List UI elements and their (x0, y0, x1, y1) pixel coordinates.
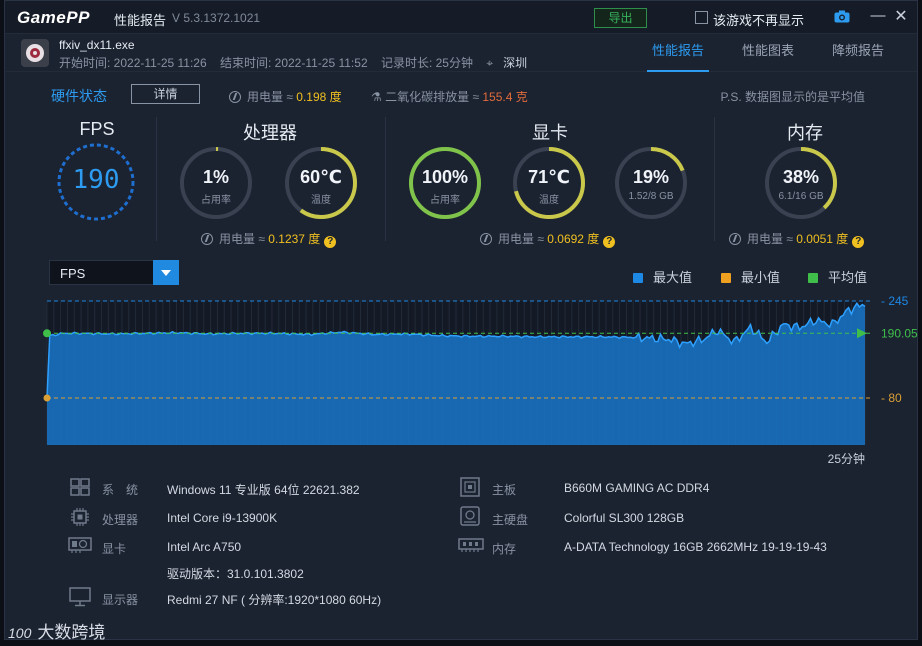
motherboard-label: 主板 (492, 483, 517, 497)
gpu-title: 显卡 (532, 123, 568, 143)
motherboard-icon (460, 477, 480, 497)
help-icon[interactable]: ? (852, 236, 865, 248)
chart-note: P.S. 数据图显示的是平均值 (720, 90, 865, 104)
memory-label: 内存 (492, 542, 517, 556)
city: 深圳 (503, 56, 528, 70)
system-info: 系 统 Windows 11 专业版 64位 22621.382 处理器 Int… (5, 473, 917, 618)
display-label: 显示器 (102, 593, 139, 607)
gpu-temp-gauge: 71℃ 温度 (510, 144, 588, 222)
min-line-label: - 80 (881, 391, 902, 405)
fps-value: 190 (72, 165, 120, 195)
dont-show-label: 该游戏不再显示 (713, 13, 805, 28)
monitor-icon (69, 587, 91, 607)
start-time: 开始时间: 2022-11-25 11:26 (59, 56, 207, 70)
hardware-status-title: 硬件状态 (51, 88, 107, 104)
chart-controls: FPS 最大值 最小值 平均值 (5, 259, 917, 287)
avg-line-label: 190.05 (881, 326, 918, 340)
power-icon (729, 233, 741, 245)
chevron-down-icon[interactable] (153, 260, 179, 285)
display-value: Redmi 27 NF ( 分辨率:1920*1080 60Hz) (167, 593, 382, 607)
dont-show-checkbox[interactable] (695, 11, 708, 24)
fps-title: FPS (79, 119, 115, 139)
power-icon (480, 233, 492, 245)
gpu-usage-gauge: 100% 占用率 (406, 144, 484, 222)
memory-icon (458, 538, 484, 552)
selected-metric: FPS (60, 266, 86, 281)
total-power: 用电量 ≈ 0.198 度 (229, 88, 342, 105)
detail-button[interactable]: 详情 (131, 84, 200, 104)
help-icon[interactable]: ? (324, 236, 337, 248)
cpu-label: 处理器 (102, 513, 139, 527)
tab-throttle-report[interactable]: 降频报告 (813, 34, 903, 72)
gamepp-logo: GamePP (17, 8, 90, 27)
legend-avg: 平均值 (808, 267, 867, 286)
disk-icon (460, 506, 480, 526)
process-name: ffxiv_dx11.exe (59, 38, 135, 52)
duration: 记录时长: 25分钟 (380, 56, 473, 70)
legend-max: 最大值 (633, 267, 692, 286)
co2-emission: ⚗ 二氧化碳排放量 ≈ 155.4 克 (371, 90, 528, 104)
divider (714, 117, 715, 241)
gpu-icon (68, 537, 92, 553)
hardware-status-row: 硬件状态 详情 用电量 ≈ 0.198 度 ⚗ 二氧化碳排放量 ≈ 155.4 … (5, 83, 917, 107)
tab-performance-chart[interactable]: 性能图表 (723, 34, 813, 72)
location-icon: ⌖ (486, 56, 494, 70)
cpu-icon (71, 508, 89, 526)
process-bar: ffxiv_dx11.exe 开始时间: 2022-11-25 11:26 结束… (5, 34, 917, 72)
minimize-icon[interactable]: — (870, 7, 886, 27)
memory-value: A-DATA Technology 16GB 2662MHz 19-19-19-… (564, 540, 827, 554)
report-tabs: 性能报告 性能图表 降频报告 (633, 34, 903, 72)
power-icon (229, 91, 241, 103)
cpu-usage-gauge: 1% 占用率 (177, 144, 255, 222)
power-icon (201, 233, 213, 245)
gpu-label: 显卡 (102, 542, 127, 556)
gpu-power: 用电量 ≈ 0.0692 度? (480, 230, 616, 248)
export-button[interactable]: 导出 (594, 8, 647, 28)
memory-power: 用电量 ≈ 0.0051 度? (729, 230, 865, 248)
title-bar: GamePP 性能报告 V 5.3.1372.1021 导出 该游戏不再显示 —… (5, 1, 917, 34)
version-text: V 5.3.1372.1021 (172, 11, 261, 25)
end-time: 结束时间: 2022-11-25 11:52 (219, 56, 368, 70)
gpu-vram-gauge: 19% 1.52/8 GB (612, 144, 690, 222)
game-icon (21, 39, 49, 67)
memory-usage-gauge: 38% 6.1/16 GB (762, 144, 840, 222)
metric-select[interactable]: FPS (49, 260, 179, 285)
camera-icon[interactable] (834, 10, 850, 23)
max-line-label: - 245 (881, 294, 909, 308)
memory-title: 内存 (787, 123, 823, 143)
co2-icon: ⚗ (371, 90, 382, 104)
disk-value: Colorful SL300 128GB (564, 511, 685, 525)
legend-min: 最小值 (721, 267, 780, 286)
os-value: Windows 11 专业版 64位 22621.382 (167, 483, 360, 497)
motherboard-value: B660M GAMING AC DDR4 (564, 481, 710, 495)
x-axis-label: 25分钟 (828, 451, 865, 466)
cpu-temp-gauge: 60℃ 温度 (282, 144, 360, 222)
gpu-value: Intel Arc A750 (167, 540, 242, 554)
app-title: 性能报告 (114, 13, 167, 28)
min-marker (43, 394, 51, 402)
os-label: 系 统 (102, 483, 139, 497)
fps-chart: - 245 190.05 - 80 25分钟 (43, 294, 918, 466)
driver-version: 驱动版本：31.0.101.3802 (167, 567, 304, 581)
cpu-title: 处理器 (243, 123, 297, 143)
process-meta: 开始时间: 2022-11-25 11:26 结束时间: 2022-11-25 … (59, 54, 537, 71)
gamepp-window: GamePP 性能报告 V 5.3.1372.1021 导出 该游戏不再显示 —… (4, 0, 918, 640)
close-icon[interactable]: ✕ (892, 6, 910, 26)
watermark: 100 大数跨境 (8, 623, 106, 642)
help-icon[interactable]: ? (603, 236, 616, 248)
cpu-value: Intel Core i9-13900K (167, 511, 278, 525)
divider (156, 117, 157, 241)
tab-performance-report[interactable]: 性能报告 (633, 34, 723, 72)
cpu-power: 用电量 ≈ 0.1237 度? (201, 230, 337, 248)
divider (385, 117, 386, 241)
disk-label: 主硬盘 (492, 513, 529, 527)
watermark-logo: 100 (8, 625, 32, 641)
avg-marker (43, 329, 51, 338)
windows-icon (70, 478, 90, 496)
